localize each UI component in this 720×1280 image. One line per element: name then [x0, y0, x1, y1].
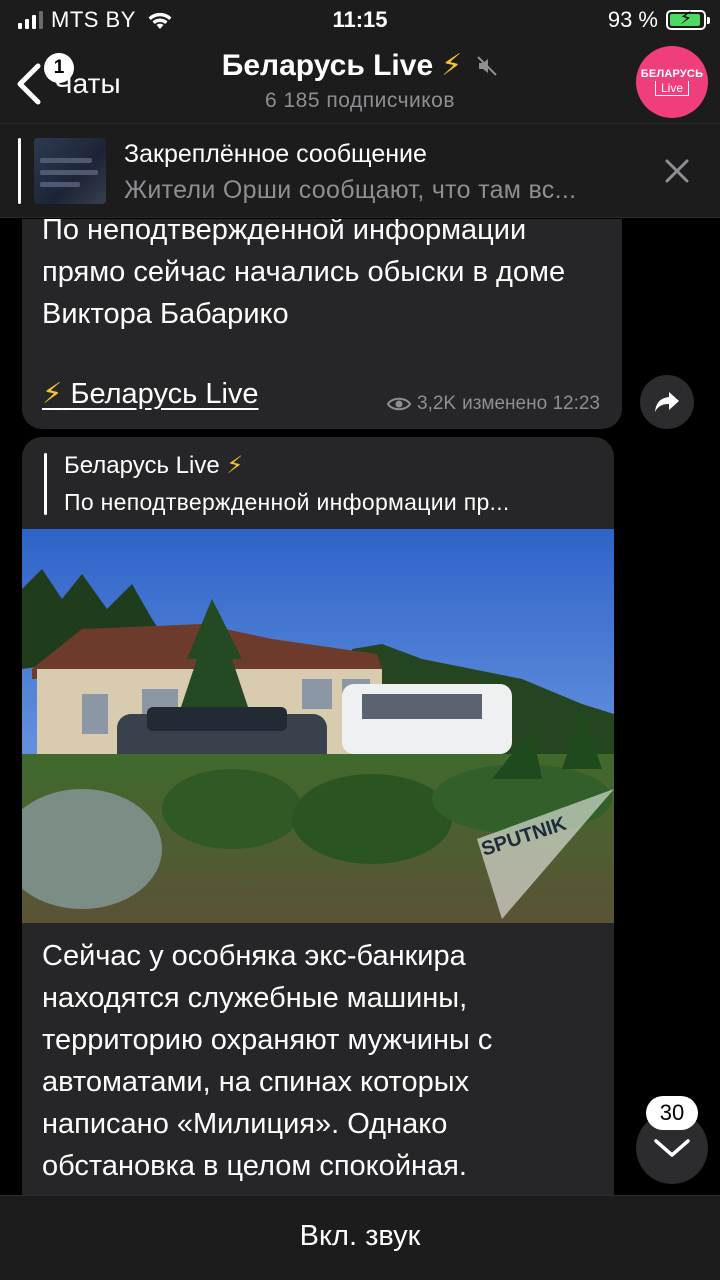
message-photo[interactable]: SPUTNIK	[22, 529, 614, 923]
chevron-left-icon	[17, 63, 41, 105]
forward-indicator	[44, 453, 47, 515]
charging-bolt-icon: ⚡	[679, 8, 693, 28]
message-bubble[interactable]: Беларусь Live ⚡ По неподтвержденной инфо…	[22, 437, 614, 1195]
lightning-icon: ⚡	[42, 378, 63, 410]
lightning-icon: ⚡	[441, 49, 463, 82]
share-arrow-icon	[655, 392, 679, 412]
status-right: 93 % ⚡	[607, 7, 710, 33]
channel-info[interactable]: Беларусь Live ⚡ 6 185 подписчиков	[180, 48, 540, 113]
subscriber-count: 6 185 подписчиков	[264, 89, 456, 112]
view-count: 3,2K	[417, 393, 457, 414]
battery-percent: 93 %	[607, 7, 658, 32]
back-button[interactable]: Чаты 1	[14, 50, 144, 114]
chevron-down-icon	[654, 1139, 690, 1157]
eye-icon	[387, 397, 411, 411]
pinned-title: Закреплённое сообщение	[124, 140, 427, 168]
avatar-line1: БЕЛАРУСЬ	[640, 68, 704, 80]
pinned-thumbnail	[34, 138, 106, 204]
message-bubble[interactable]: По неподтвержденной информации прямо сей…	[22, 219, 622, 429]
signature-text: Беларусь Live	[70, 378, 259, 410]
channel-signature-link[interactable]: ⚡ Беларусь Live	[42, 376, 259, 411]
pinned-indicator	[18, 138, 21, 204]
unmute-button[interactable]: Вкл. звук	[300, 1220, 421, 1253]
message-text: По неподтвержденной информации прямо сей…	[42, 219, 566, 330]
bottom-bar: Вкл. звук	[0, 1195, 720, 1280]
forward-source[interactable]: Беларусь Live ⚡	[64, 451, 243, 480]
chat-header: Чаты 1 Беларусь Live ⚡ 6 185 подписчиков…	[0, 40, 720, 124]
close-icon[interactable]	[664, 158, 690, 184]
pinned-text: Жители Орши сообщают, что там вс...	[124, 176, 577, 204]
unread-count-badge: 30	[646, 1096, 698, 1130]
message-meta: 3,2K изменено 12:23	[387, 393, 600, 415]
share-button[interactable]	[640, 375, 694, 429]
battery-icon: ⚡	[666, 8, 710, 30]
channel-title: Беларусь Live ⚡	[222, 48, 498, 83]
message-list[interactable]: По неподтвержденной информации прямо сей…	[0, 219, 720, 1195]
channel-avatar[interactable]: БЕЛАРУСЬ Live	[636, 46, 708, 118]
unread-chats-badge: 1	[44, 53, 74, 83]
forward-preview-text: По неподтвержденной информации пр...	[64, 489, 510, 515]
status-bar: MTS BY 11:15 93 % ⚡	[0, 0, 720, 40]
forward-channel-name: Беларусь Live	[64, 452, 220, 479]
muted-speaker-icon	[477, 55, 497, 76]
edited-time: изменено 12:23	[462, 393, 600, 414]
avatar-line2: Live	[654, 81, 689, 96]
channel-name: Беларусь Live	[221, 48, 434, 82]
message-text: Сейчас у особняка экс-банкира находятся …	[42, 940, 493, 1182]
pinned-message-bar[interactable]: Закреплённое сообщение Жители Орши сообщ…	[0, 124, 720, 218]
lightning-icon: ⚡	[226, 452, 244, 479]
